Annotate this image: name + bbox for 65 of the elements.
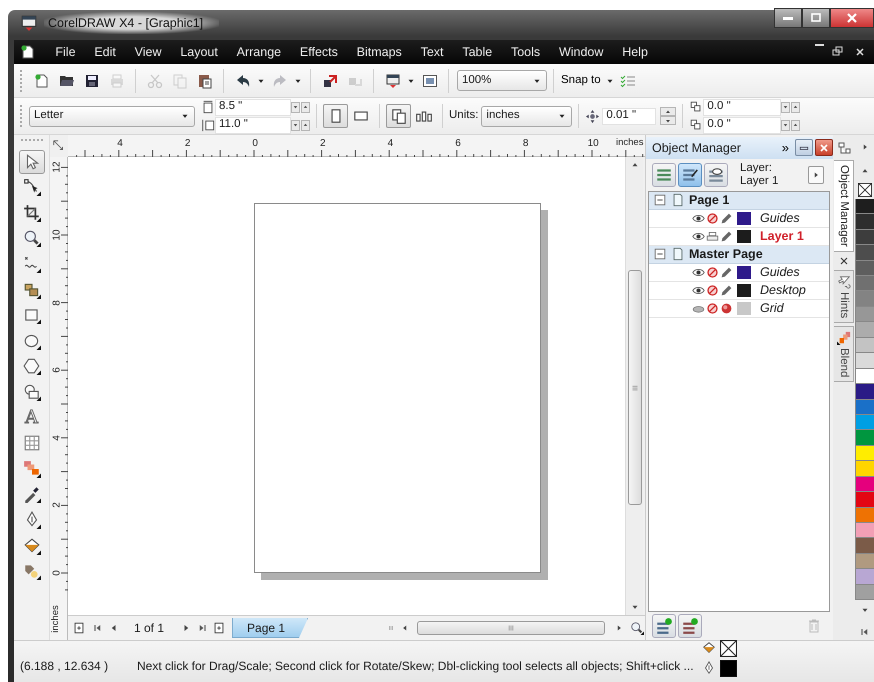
nudge-field[interactable]: 0.01 " [602,108,656,124]
page-row[interactable]: Master Page [649,246,829,264]
width-field[interactable]: 8.5 " [215,98,291,116]
ruler-label: 4 [388,137,394,151]
ruler-label: 4 [117,137,123,151]
layer-name: Guides [760,210,800,228]
ruler-label: 0 [252,137,258,151]
layer-name: Layer 1 [760,228,804,246]
page-tab[interactable]: Page 1 [232,618,308,638]
units-dropdown[interactable]: inches [481,106,572,126]
ruler-label: 8 [50,300,64,306]
text-tool[interactable]: A [18,406,44,430]
page-count: 1 of 1 [134,620,164,637]
paper-size-dropdown[interactable]: Letter [29,106,195,126]
layer-row[interactable]: Guides [649,264,829,282]
ruler-label: 10 [50,229,64,241]
ruler-label: 2 [320,137,326,151]
page-name: Page 1 [689,192,730,210]
ruler-label: 4 [50,435,64,441]
docker-tab[interactable]: Blend [834,326,854,382]
ruler-label: 2 [50,502,64,508]
docker-tab[interactable]: Hints [834,270,854,324]
current-layer-name: Layer 1 [740,174,778,188]
menu-item[interactable]: Table [452,42,502,62]
ruler-label: 0 [50,570,64,576]
menu-item[interactable]: Help [612,42,658,62]
panel-title: Object Manager [652,140,742,157]
menu-item[interactable]: View [125,42,171,62]
height-field[interactable]: 11.0 " [215,116,291,134]
duplicate-x-field[interactable]: 0.0 " [703,98,782,116]
ruler-unit: inches [48,605,62,633]
menu-item[interactable]: Text [411,42,453,62]
ruler-label: 8 [522,137,528,151]
ruler-unit: inches [616,136,644,150]
menu-item[interactable]: Tools [502,42,550,62]
layer-label: Layer: [740,162,773,175]
window-title: CorelDRAW X4 - [Graphic1] [44,12,220,34]
expand-button[interactable]: » [778,138,793,158]
ruler-label: 6 [50,367,64,373]
menu-item[interactable]: Layout [170,42,228,62]
zoom-dropdown[interactable]: 100% [457,70,547,91]
ruler-label: 6 [455,137,461,151]
layer-name: Desktop [760,282,806,300]
status-message: Next click for Drag/Scale; Second click for Rotate/Skew; Dbl-clicking tool selects all objects; Shift+click ... [137,658,694,675]
menu-item[interactable]: Window [550,42,613,62]
menu-item[interactable]: Edit [84,42,126,62]
layer-name: Grid [760,300,784,318]
page-name: Master Page [689,246,763,264]
layer-name: Guides [760,264,800,282]
cursor-coordinates: (6.188 , 12.634 ) [20,658,110,675]
menu-item[interactable]: File [46,42,85,62]
snap-to-dropdown[interactable]: Snap to [560,68,616,92]
menu-item[interactable]: Arrange [227,42,290,62]
ruler-label: 12 [50,162,64,173]
ruler-label: 10 [588,137,599,151]
docker-tab[interactable]: Object Manager [834,160,854,252]
units-label: Units: [449,108,478,124]
menu-item[interactable]: Effects [290,42,348,62]
layer-row[interactable]: Grid [649,300,829,318]
ruler-label: 2 [184,137,190,151]
page-row[interactable]: Page 1 [649,192,829,210]
menu-item[interactable]: Bitmaps [347,42,412,62]
duplicate-y-field[interactable]: 0.0 " [703,116,782,134]
layer-row[interactable]: Desktop [649,282,829,300]
layer-row[interactable]: Guides [649,210,829,228]
